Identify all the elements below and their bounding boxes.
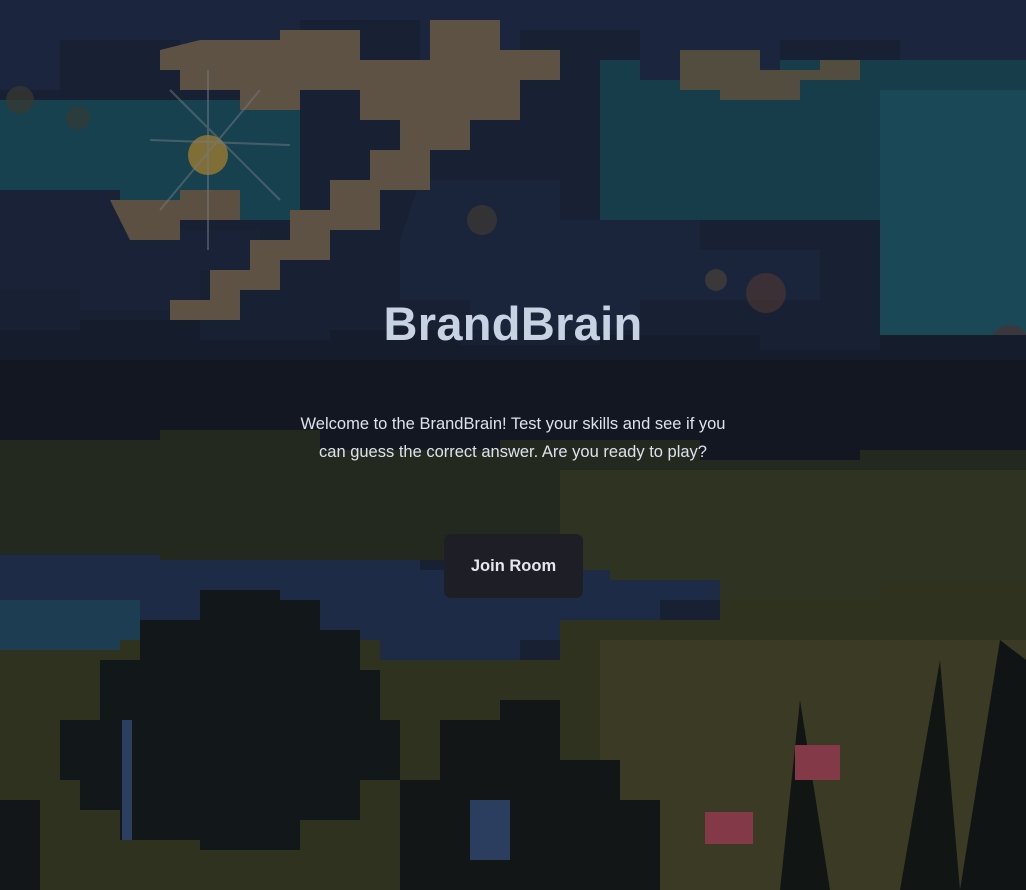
page-title: BrandBrain	[383, 297, 643, 350]
join-room-button[interactable]: Join Room	[444, 534, 583, 598]
hero-section: BrandBrain Welcome to the BrandBrain! Te…	[0, 0, 1026, 890]
landing-page: BrandBrain Welcome to the BrandBrain! Te…	[0, 0, 1026, 890]
welcome-message: Welcome to the BrandBrain! Test your ski…	[300, 415, 726, 461]
